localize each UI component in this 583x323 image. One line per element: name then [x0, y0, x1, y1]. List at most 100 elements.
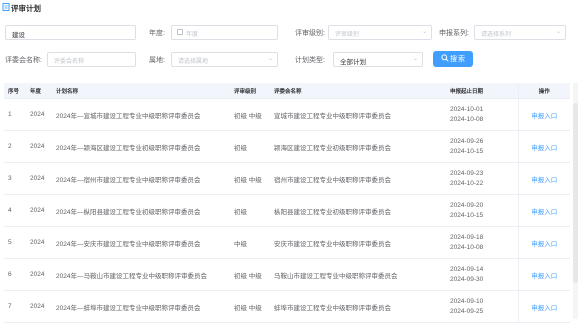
column-header-level: 评审级别: [230, 83, 270, 99]
row-dates: 2024-09-18 2024-10-08: [446, 226, 519, 259]
row-committee: 枞阳县建设工程专业初级职称评审委员会: [270, 194, 446, 227]
row-committee: 宿州市建设工程专业中级职称评审委员会: [270, 162, 446, 195]
apply-entry-link[interactable]: 申报入口: [531, 241, 557, 248]
level-select[interactable]: 评审级别 ⌄: [328, 25, 432, 40]
committee-placeholder: 评委会名称: [54, 59, 85, 65]
page-title: 评审计划: [11, 4, 41, 13]
row-action-cell: 申报入口: [518, 162, 570, 195]
row-start-date: 2024-09-14: [450, 266, 484, 273]
scrollbar-thumb[interactable]: [573, 103, 578, 283]
plan-type-value: 全部计划: [340, 59, 366, 66]
row-end-date: 2024-10-08: [450, 244, 484, 251]
row-dates: 2024-09-26 2024-10-15: [446, 130, 519, 163]
row-no: 7: [4, 290, 26, 323]
apply-entry-link[interactable]: 申报入口: [531, 305, 557, 312]
row-action-cell: 申报入口: [518, 194, 570, 227]
row-no: 1: [4, 98, 26, 131]
apply-entry-link[interactable]: 申报入口: [531, 209, 557, 216]
row-level: 初级: [230, 194, 270, 227]
series-label: 申报系列:: [439, 30, 469, 37]
row-end-date: 2024-10-08: [450, 116, 484, 123]
row-level: 中级: [230, 226, 270, 259]
row-plan-name: 2024年—颍海区建设工程专业初级职称评审委员会: [52, 130, 230, 163]
row-no: 5: [4, 226, 26, 259]
search-icon: [441, 54, 449, 62]
title-bar: 评审计划: [0, 0, 583, 16]
row-action-cell: 申报入口: [518, 226, 570, 259]
row-year: 2024: [26, 130, 52, 163]
row-dates: 2024-09-14 2024-09-30: [446, 258, 519, 291]
chevron-down-icon: ⌄: [555, 29, 561, 35]
search-button[interactable]: 搜索: [433, 51, 473, 67]
document-icon: [2, 3, 10, 11]
apply-entry-link[interactable]: 申报入口: [531, 177, 557, 184]
series-select[interactable]: 请选择系列 ⌄: [474, 25, 566, 40]
row-year: 2024: [26, 194, 52, 227]
table-row: 2 2024 2024年—颍海区建设工程专业初级职称评审委员会 初级 颍海区建设工程专业…: [4, 130, 570, 163]
column-header-no: 序号: [4, 83, 26, 99]
row-start-date: 2024-09-20: [450, 202, 484, 209]
row-level: 初级 中级: [230, 98, 270, 131]
row-plan-name: 2024年—马鞍山市建设工程专业中级职称评审委员会: [52, 258, 230, 291]
row-committee: 安庆市建设工程专业中级职称评审委员会: [270, 226, 446, 259]
row-action-cell: 申报入口: [518, 130, 570, 163]
row-no: 3: [4, 162, 26, 195]
column-header-committee: 评委会名称: [270, 83, 446, 99]
chevron-down-icon: ⌄: [421, 29, 427, 35]
region-placeholder: 请选择属地: [178, 59, 209, 65]
filter-panel: 建设 年度: 年度 评审级别: 评审级别 ⌄ 申报系列: 请选择系列 ⌄ 评委会…: [0, 16, 583, 78]
committee-input[interactable]: 评委会名称: [47, 52, 136, 67]
search-button-label: 搜索: [450, 56, 466, 63]
year-placeholder: 年度: [186, 32, 199, 38]
table-scrollbar[interactable]: [573, 83, 578, 319]
row-plan-name: 2024年—宿州市建设工程专业中级职称评审委员会: [52, 162, 230, 195]
plan-type-select[interactable]: 全部计划 ⌄: [333, 52, 423, 67]
row-dates: 2024-09-10 2024-09-25: [446, 290, 519, 323]
row-committee: 马鞍山市建设工程专业中级职称评审委员会: [270, 258, 446, 291]
chevron-down-icon: ⌄: [412, 56, 418, 62]
keyword-input[interactable]: 建设: [5, 25, 136, 40]
row-level: 初级: [230, 130, 270, 163]
apply-entry-link[interactable]: 申报入口: [531, 145, 557, 152]
row-level: 初级 中级: [230, 162, 270, 195]
table-header-row: 序号 年度 计划名称 评审级别 评委会名称 申报起止日期 操作: [4, 83, 570, 99]
table-row: 4 2024 2024年—枞阳县建设工程专业初级职称评审委员会 初级 枞阳县建设工程专业…: [4, 194, 570, 227]
series-placeholder: 请选择系列: [481, 32, 512, 38]
row-level: 初级 中级: [230, 258, 270, 291]
row-committee: 颍海区建设工程专业初级职称评审委员会: [270, 130, 446, 163]
row-end-date: 2024-10-15: [450, 212, 484, 219]
row-plan-name: 2024年—蚌埠市建设工程专业中级职称评审委员会: [52, 290, 230, 323]
row-no: 4: [4, 194, 26, 227]
row-end-date: 2024-10-15: [450, 148, 484, 155]
row-start-date: 2024-09-26: [450, 138, 484, 145]
apply-entry-link[interactable]: 申报入口: [531, 113, 557, 120]
year-label: 年度:: [149, 30, 165, 37]
table-row: 3 2024 2024年—宿州市建设工程专业中级职称评审委员会 初级 中级 宿州市建设工…: [4, 162, 570, 195]
row-committee: 蚌埠市建设工程专业中级职称评审委员会: [270, 290, 446, 323]
column-header-action: 操作: [518, 83, 570, 99]
column-header-year: 年度: [26, 83, 52, 99]
calendar-icon: [177, 29, 183, 35]
row-year: 2024: [26, 162, 52, 195]
row-year: 2024: [26, 226, 52, 259]
year-picker[interactable]: 年度: [171, 25, 278, 40]
keyword-value: 建设: [12, 32, 25, 39]
row-start-date: 2024-09-18: [450, 234, 484, 241]
row-dates: 2024-09-20 2024-10-15: [446, 194, 519, 227]
row-year: 2024: [26, 258, 52, 291]
column-header-name: 计划名称: [52, 83, 230, 99]
region-select[interactable]: 请选择属地 ⌄: [171, 52, 278, 67]
region-label: 属地:: [149, 57, 165, 64]
row-start-date: 2024-09-10: [450, 298, 484, 305]
apply-entry-link[interactable]: 申报入口: [531, 273, 557, 280]
column-header-dates: 申报起止日期: [446, 83, 519, 99]
row-plan-name: 2024年—安庆市建设工程专业中级职称评审委员会: [52, 226, 230, 259]
table-row: 7 2024 2024年—蚌埠市建设工程专业中级职称评审委员会 初级 中级 蚌埠市建设工…: [4, 290, 570, 323]
row-year: 2024: [26, 290, 52, 323]
row-no: 2: [4, 130, 26, 163]
row-no: 6: [4, 258, 26, 291]
table-row: 6 2024 2024年—马鞍山市建设工程专业中级职称评审委员会 初级 中级 马鞍山市建…: [4, 258, 570, 291]
row-dates: 2024-10-01 2024-10-08: [446, 98, 519, 131]
row-action-cell: 申报入口: [518, 258, 570, 291]
table-row: 1 2024 2024年—宣城市建设工程专业中级职称评审委员会 初级 中级 宣城市建设工…: [4, 98, 570, 131]
